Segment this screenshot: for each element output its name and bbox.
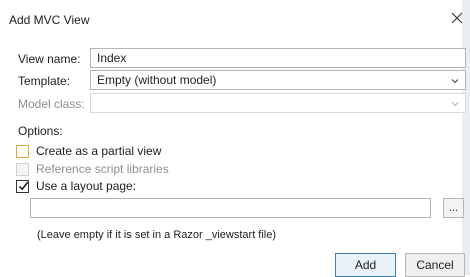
chevron-down-icon bbox=[451, 102, 459, 107]
layout-path-input[interactable] bbox=[31, 199, 430, 217]
cancel-button[interactable]: Cancel bbox=[405, 253, 465, 277]
chevron-down-icon bbox=[451, 79, 459, 84]
layout-path-field[interactable] bbox=[30, 198, 431, 218]
template-select[interactable]: Empty (without model) bbox=[90, 70, 466, 90]
use-layout-option[interactable]: Use a layout page: bbox=[16, 178, 136, 194]
layout-hint-text: (Leave empty if it is set in a Razor _vi… bbox=[37, 229, 277, 241]
view-name-input[interactable] bbox=[91, 49, 465, 67]
browse-button[interactable]: ... bbox=[443, 198, 464, 218]
title-bar: Add MVC View bbox=[0, 0, 470, 40]
model-class-label: Model class: bbox=[18, 97, 85, 111]
add-mvc-view-dialog: Add MVC View View name: Template: Empty … bbox=[0, 0, 470, 277]
reference-scripts-checkbox[interactable] bbox=[16, 162, 29, 176]
template-label: Template: bbox=[18, 74, 71, 88]
checkmark-icon bbox=[18, 181, 29, 190]
partial-view-label: Create as a partial view bbox=[36, 144, 162, 158]
view-name-label: View name: bbox=[18, 52, 81, 66]
dialog-title: Add MVC View bbox=[9, 13, 90, 27]
template-selected-value: Empty (without model) bbox=[97, 73, 217, 87]
partial-view-option[interactable]: Create as a partial view bbox=[16, 143, 161, 159]
close-icon[interactable] bbox=[448, 9, 466, 27]
options-heading: Options: bbox=[18, 124, 63, 138]
reference-scripts-option[interactable]: Reference script libraries bbox=[16, 161, 169, 177]
window-edge bbox=[462, 0, 470, 275]
use-layout-label: Use a layout page: bbox=[36, 179, 137, 193]
reference-scripts-label: Reference script libraries bbox=[36, 162, 169, 176]
model-class-select[interactable] bbox=[90, 93, 466, 113]
use-layout-checkbox[interactable] bbox=[16, 179, 29, 193]
partial-view-checkbox[interactable] bbox=[16, 144, 29, 158]
view-name-field[interactable] bbox=[90, 48, 466, 68]
add-button[interactable]: Add bbox=[335, 253, 396, 277]
